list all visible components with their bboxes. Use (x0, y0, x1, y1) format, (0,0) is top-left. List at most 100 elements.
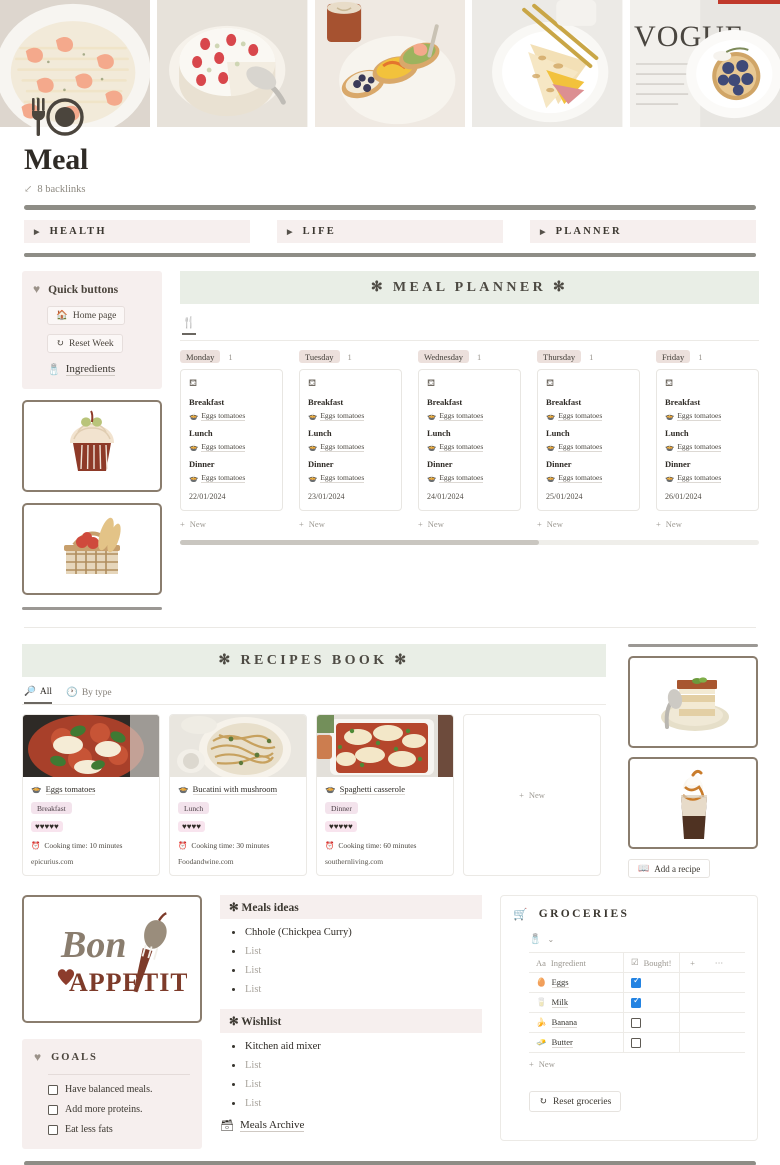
recipe-source[interactable]: epicurius.com (31, 857, 151, 866)
lunch-label: Lunch (189, 428, 213, 438)
lunch-value[interactable]: 🍲 Eggs tomatoes (427, 442, 512, 452)
list-item[interactable]: List (232, 984, 482, 995)
bon-appetit-image-card[interactable]: Bon APPETIT (22, 895, 202, 1023)
reset-groceries-button[interactable]: ↻ Reset groceries (529, 1091, 622, 1112)
recipe-source[interactable]: southernliving.com (325, 857, 445, 866)
recipe-card[interactable]: 🍲 Eggs tomatoes Breakfast ♥♥♥♥♥ ⏰ Cooking … (22, 714, 160, 876)
cutlery-icon[interactable]: 🍴 (182, 316, 196, 335)
more-options-button[interactable]: ··· (705, 953, 733, 972)
iced-coffee-image-card[interactable] (628, 757, 758, 849)
add-recipe-card[interactable]: + New (463, 714, 601, 876)
day-card[interactable]: ⛾ Breakfast 🍲 Eggs tomatoes Lunch 🍲 Eggs t… (299, 369, 402, 511)
tiramisu-image-card[interactable] (628, 656, 758, 748)
goal-item[interactable]: Have balanced meals. (48, 1084, 190, 1095)
lunch-value[interactable]: 🍲 Eggs tomatoes (665, 442, 750, 452)
recipe-card[interactable]: 🍲 Spaghetti casserole Dinner ♥♥♥♥♥ ⏰ Cooki… (316, 714, 454, 876)
tab-all[interactable]: 🔎 All (24, 686, 52, 704)
day-card[interactable]: ⛾ Breakfast 🍲 Eggs tomatoes Lunch 🍲 Eggs t… (656, 369, 759, 511)
recipe-title[interactable]: 🍲 Bucatini with mushroom (178, 784, 298, 795)
picnic-basket-image-card[interactable] (22, 503, 162, 595)
day-card[interactable]: ⛾ Breakfast 🍲 Eggs tomatoes Lunch 🍲 Eggs t… (537, 369, 640, 511)
nav-tab-planner[interactable]: ▶ PLANNER (530, 220, 756, 243)
dinner-value[interactable]: 🍲 Eggs tomatoes (546, 473, 631, 483)
breakfast-value[interactable]: 🍲 Eggs tomatoes (546, 411, 631, 421)
lunch-value[interactable]: 🍲 Eggs tomatoes (546, 442, 631, 452)
dinner-value[interactable]: 🍲 Eggs tomatoes (665, 473, 750, 483)
bought-checkbox[interactable] (631, 1017, 641, 1028)
tab-by-type[interactable]: 🕐 By type (66, 686, 112, 704)
add-new-button[interactable]: + New (299, 519, 402, 529)
add-new-button[interactable]: + New (656, 519, 759, 529)
lunch-label: Lunch (546, 428, 570, 438)
add-new-button[interactable]: + New (418, 519, 521, 529)
row-ingredient[interactable]: 🍌 Banana (529, 1013, 623, 1032)
goal-checkbox[interactable] (48, 1104, 58, 1115)
list-item[interactable]: List (232, 1098, 482, 1109)
dinner-value[interactable]: 🍲 Eggs tomatoes (308, 473, 393, 483)
lunch-value[interactable]: 🍲 Eggs tomatoes (308, 442, 393, 452)
list-item[interactable]: List (232, 1079, 482, 1090)
cupcake-image-card[interactable] (22, 400, 162, 492)
ingredients-link[interactable]: 🧂 Ingredients (47, 363, 151, 376)
list-item[interactable]: Kitchen aid mixer (232, 1041, 482, 1052)
breakfast-value[interactable]: 🍲 Eggs tomatoes (308, 411, 393, 421)
list-item[interactable]: List (232, 946, 482, 957)
recipe-title[interactable]: 🍲 Spaghetti casserole (325, 784, 445, 795)
goal-item[interactable]: Eat less fats (48, 1124, 190, 1135)
recipe-title[interactable]: 🍲 Eggs tomatoes (31, 784, 151, 795)
lunch-value[interactable]: 🍲 Eggs tomatoes (189, 442, 274, 452)
bought-checkbox[interactable] (631, 976, 641, 988)
add-column-button[interactable]: + (679, 953, 705, 972)
add-new-button[interactable]: + New (519, 790, 545, 800)
goal-checkbox[interactable] (48, 1124, 58, 1135)
breakfast-value[interactable]: 🍲 Eggs tomatoes (665, 411, 750, 421)
breakfast-value[interactable]: 🍲 Eggs tomatoes (189, 411, 274, 421)
row-ingredient[interactable]: 🧈 Butter (529, 1033, 623, 1052)
row-bought[interactable] (623, 993, 679, 1012)
list-item[interactable]: List (232, 1060, 482, 1071)
meals-archive-link[interactable]: 🗃 Meals Archive (220, 1119, 482, 1132)
planner-horizontal-scrollbar[interactable] (180, 540, 759, 545)
table-row[interactable]: 🥚 Eggs (529, 972, 745, 992)
row-bought[interactable] (623, 973, 679, 992)
bowl-icon: 🍲 (325, 784, 336, 794)
list-item[interactable]: List (232, 965, 482, 976)
row-ingredient[interactable]: 🥚 Eggs (529, 973, 623, 992)
recipe-card[interactable]: 🍲 Bucatini with mushroom Lunch ♥♥♥♥ ⏰ Cook… (169, 714, 307, 876)
nav-tab-life[interactable]: ▶ LIFE (277, 220, 503, 243)
banana-icon: 🍌 (536, 1017, 547, 1027)
row-ingredient[interactable]: 🥛 Milk (529, 993, 623, 1012)
groceries-database-selector[interactable]: 🧂 ⌄ (529, 934, 745, 945)
reset-week-button[interactable]: ↻ Reset Week (47, 334, 123, 353)
add-new-button[interactable]: + New (537, 519, 640, 529)
home-page-button[interactable]: 🏠 Home page (47, 306, 126, 325)
chevron-down-icon[interactable]: ⌄ (547, 935, 554, 944)
table-row[interactable]: 🥛 Milk (529, 992, 745, 1012)
add-new-button[interactable]: + New (180, 519, 283, 529)
scrollbar-thumb[interactable] (180, 540, 539, 545)
row-bought[interactable] (623, 1033, 679, 1052)
add-new-grocery-button[interactable]: + New (529, 1059, 745, 1069)
bought-checkbox[interactable] (631, 1037, 641, 1048)
column-header-bought[interactable]: ☑ Bought! (623, 953, 679, 972)
table-row[interactable]: 🍌 Banana (529, 1012, 745, 1032)
bought-checkbox[interactable] (631, 996, 641, 1008)
recipe-source[interactable]: Foodandwine.com (178, 857, 298, 866)
backlinks[interactable]: ↙ 8 backlinks (24, 184, 756, 195)
table-row[interactable]: 🧈 Butter (529, 1032, 745, 1053)
recipes-section: ✻ RECIPES BOOK ✻ 🔎 All 🕐 By type 🍲 Eggs … (0, 644, 780, 878)
dinner-value[interactable]: 🍲 Eggs tomatoes (427, 473, 512, 483)
breakfast-value[interactable]: 🍲 Eggs tomatoes (427, 411, 512, 421)
goal-checkbox[interactable] (48, 1084, 58, 1095)
bowl-icon: 🍲 (665, 411, 675, 421)
tab-all-label: All (39, 686, 52, 697)
row-bought[interactable] (623, 1013, 679, 1032)
day-card[interactable]: ⛾ Breakfast 🍲 Eggs tomatoes Lunch 🍲 Eggs t… (418, 369, 521, 511)
dinner-value[interactable]: 🍲 Eggs tomatoes (189, 473, 274, 483)
list-item[interactable]: Chhole (Chickpea Curry) (232, 927, 482, 938)
add-recipe-button[interactable]: 📖 Add a recipe (628, 859, 711, 878)
goal-item[interactable]: Add more proteins. (48, 1104, 190, 1115)
nav-tab-health[interactable]: ▶ HEALTH (24, 220, 250, 243)
day-card[interactable]: ⛾ Breakfast 🍲 Eggs tomatoes Lunch 🍲 Eggs t… (180, 369, 283, 511)
column-header-ingredient[interactable]: Aa Ingredient (529, 953, 623, 972)
